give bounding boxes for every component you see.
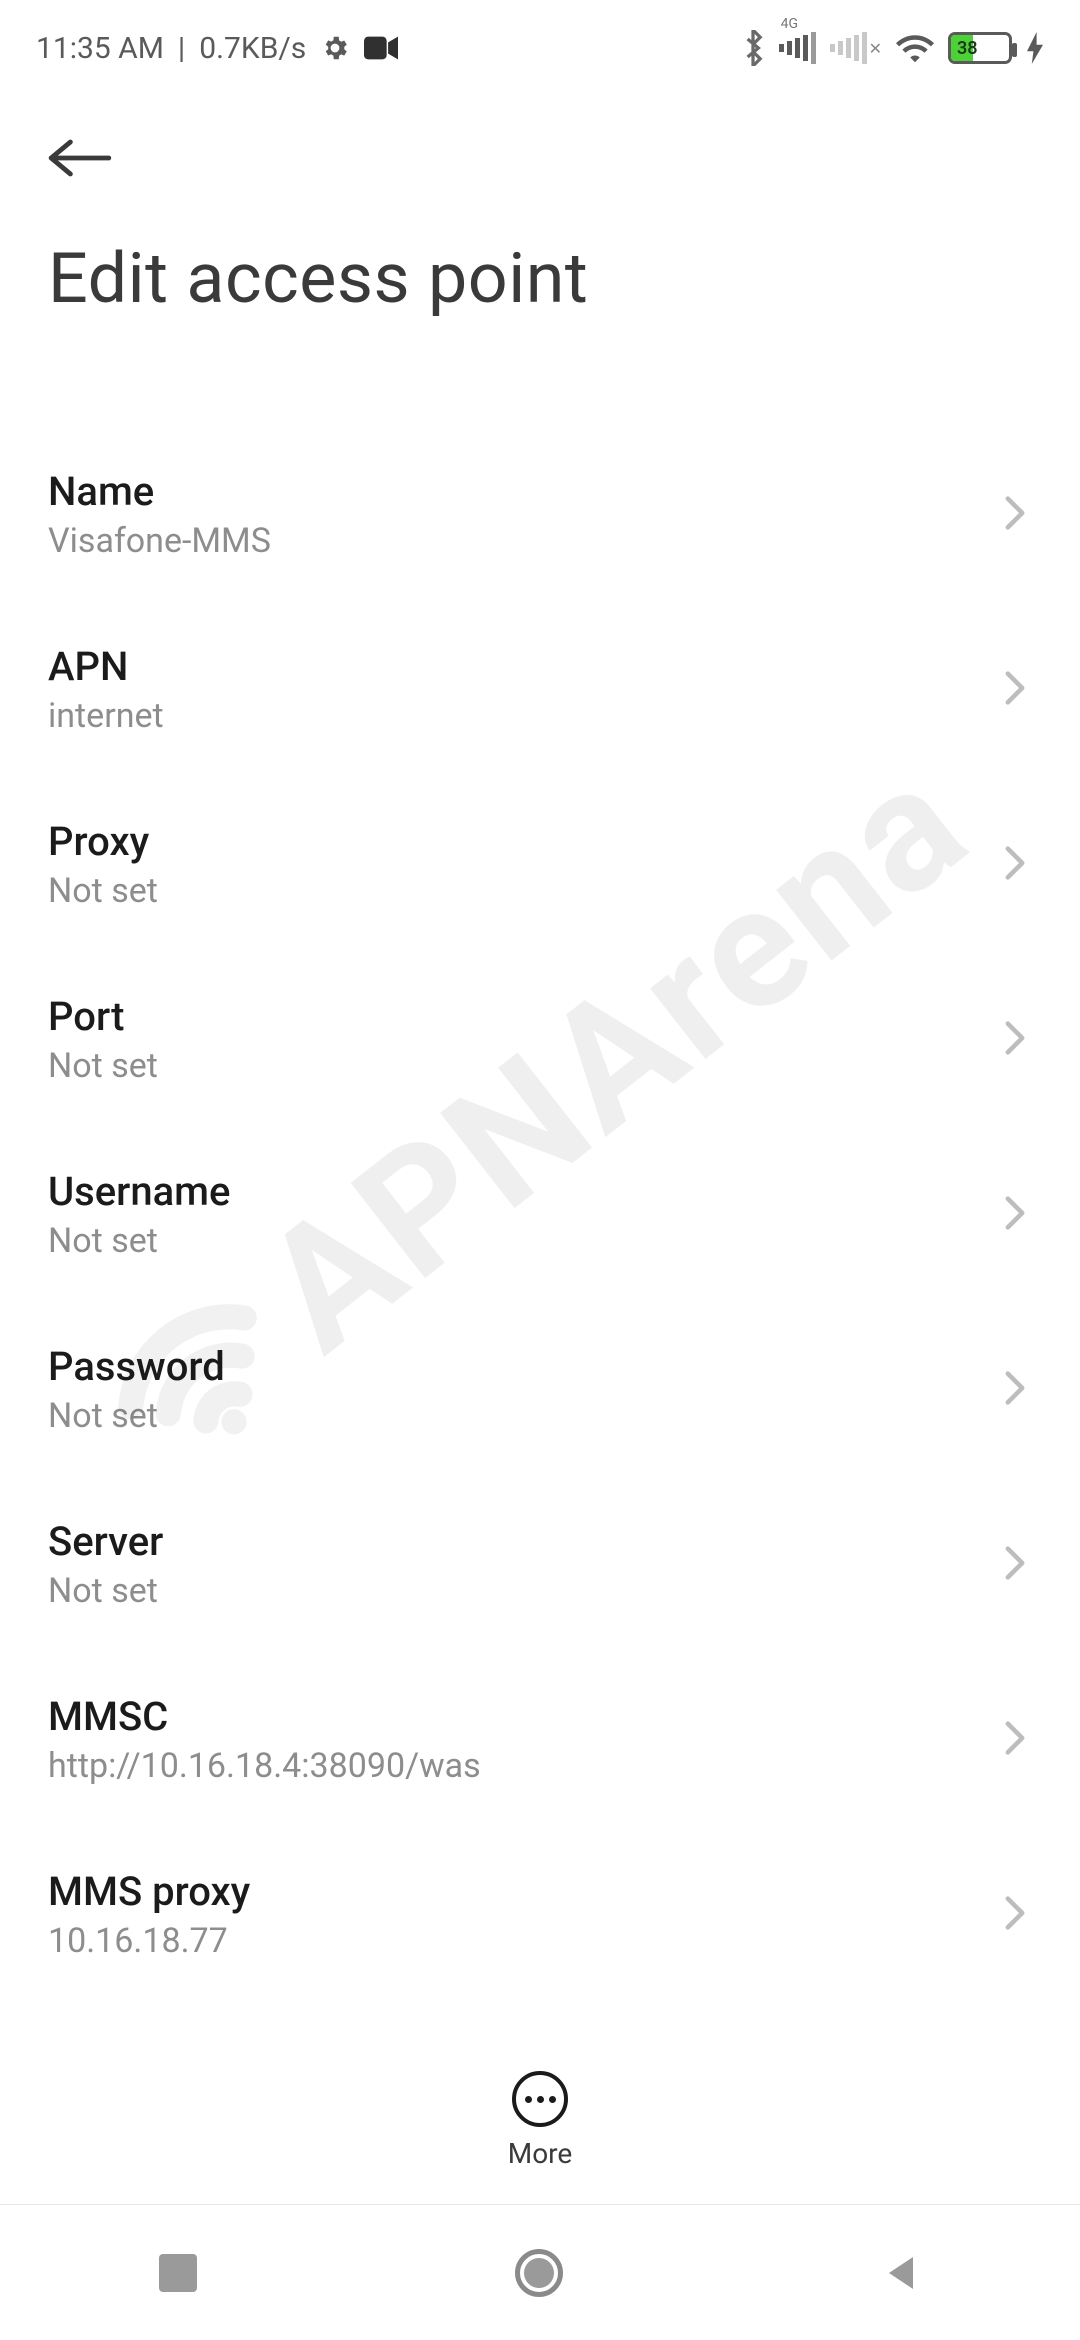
android-navbar — [0, 2204, 1080, 2340]
row-mmsc[interactable]: MMSC http://10.16.18.4:38090/was — [48, 1655, 1032, 1830]
chevron-right-icon — [1004, 1195, 1026, 1235]
row-label: Proxy — [48, 818, 158, 865]
row-value: http://10.16.18.4:38090/was — [48, 1746, 481, 1786]
row-label: Password — [48, 1343, 225, 1390]
nav-back-button[interactable] — [881, 2253, 921, 2293]
row-username[interactable]: Username Not set — [48, 1130, 1032, 1305]
nav-home-button[interactable] — [515, 2249, 563, 2297]
row-value: Not set — [48, 1221, 230, 1261]
row-value: Not set — [48, 1396, 225, 1436]
row-label: Name — [48, 468, 271, 515]
more-button[interactable] — [512, 2071, 568, 2127]
dot-icon — [537, 2096, 544, 2103]
page-title: Edit access point — [48, 238, 1032, 320]
row-label: MMS proxy — [48, 1868, 250, 1915]
row-label: Username — [48, 1168, 230, 1215]
chevron-right-icon — [1004, 845, 1026, 885]
arrow-left-icon — [48, 136, 112, 180]
row-proxy[interactable]: Proxy Not set — [48, 780, 1032, 955]
signal-4g-icon: 4G — [779, 32, 816, 64]
row-mms-proxy[interactable]: MMS proxy 10.16.18.77 — [48, 1830, 1032, 1971]
more-label: More — [508, 2137, 573, 2170]
gear-icon — [320, 33, 350, 63]
row-port[interactable]: Port Not set — [48, 955, 1032, 1130]
row-apn[interactable]: APN internet — [48, 605, 1032, 780]
chevron-right-icon — [1004, 1545, 1026, 1585]
back-button[interactable] — [48, 118, 128, 198]
row-password[interactable]: Password Not set — [48, 1305, 1032, 1480]
dot-icon — [525, 2096, 532, 2103]
row-value: Not set — [48, 1046, 158, 1086]
row-value: Not set — [48, 1571, 163, 1611]
row-label: Server — [48, 1518, 163, 1565]
row-label: APN — [48, 643, 164, 690]
status-bar: 11:35 AM | 0.7KB/s 4G ✕ 38 — [0, 0, 1080, 78]
charging-icon — [1026, 32, 1044, 64]
video-icon — [364, 36, 398, 60]
chevron-right-icon — [1004, 1720, 1026, 1760]
signal-sim2-icon: ✕ — [830, 32, 882, 64]
row-value: internet — [48, 696, 164, 736]
row-label: MMSC — [48, 1693, 481, 1740]
row-name[interactable]: Name Visafone-MMS — [48, 430, 1032, 605]
chevron-right-icon — [1004, 1370, 1026, 1410]
row-label: Port — [48, 993, 158, 1040]
chevron-right-icon — [1004, 495, 1026, 535]
chevron-right-icon — [1004, 1020, 1026, 1060]
battery-icon: 38 — [948, 32, 1012, 64]
wifi-icon — [896, 33, 934, 63]
status-sep: | — [178, 31, 185, 66]
status-netspeed: 0.7KB/s — [199, 31, 306, 66]
row-value: 10.16.18.77 — [48, 1921, 250, 1961]
settings-list: Name Visafone-MMS APN internet Proxy Not… — [0, 430, 1080, 1971]
dot-icon — [549, 2096, 556, 2103]
chevron-right-icon — [1004, 670, 1026, 710]
row-server[interactable]: Server Not set — [48, 1480, 1032, 1655]
bluetooth-icon — [741, 30, 765, 66]
row-value: Not set — [48, 871, 158, 911]
chevron-right-icon — [1004, 1895, 1026, 1935]
nav-recent-button[interactable] — [159, 2254, 197, 2292]
row-value: Visafone-MMS — [48, 521, 271, 561]
status-time: 11:35 AM — [36, 31, 164, 66]
